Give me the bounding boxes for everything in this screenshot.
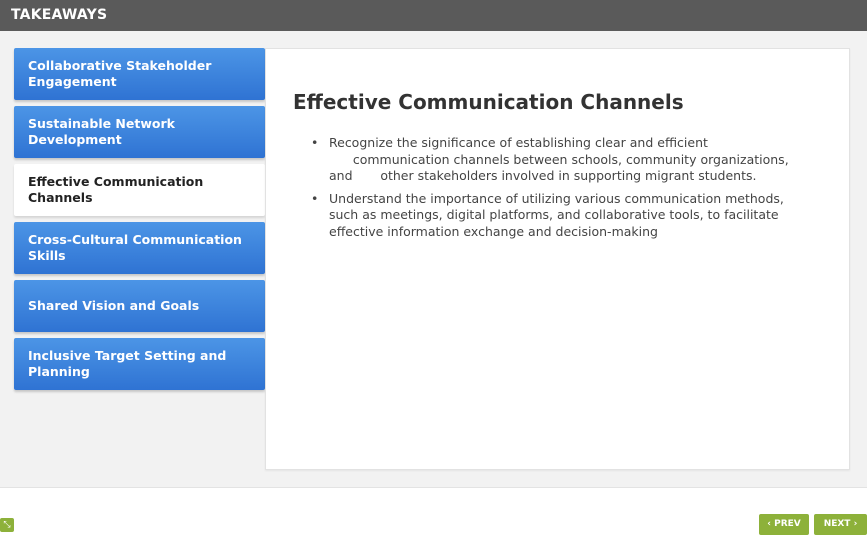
tab-label: Inclusive Target Setting and Planning: [28, 348, 227, 379]
tab-label: Collaborative Stakeholder Engagement: [28, 58, 212, 89]
next-button[interactable]: NEXT ›: [814, 514, 867, 535]
bullet-icon: •: [311, 135, 319, 150]
tab-sustainable-network-development[interactable]: Sustainable Network Development: [14, 106, 265, 158]
tab-label: Sustainable Network Development: [28, 116, 175, 147]
bullet-text: Recognize the significance of establishi…: [329, 135, 789, 183]
list-item: • Understand the importance of utilizing…: [310, 191, 810, 241]
panel-title: Effective Communication Channels: [293, 90, 684, 114]
bullet-list: • Recognize the significance of establis…: [310, 135, 810, 246]
tab-label: Cross-Cultural Communication Skills: [28, 232, 242, 263]
content-stage: Collaborative Stakeholder Engagement Sus…: [0, 31, 867, 488]
tab-shared-vision-and-goals[interactable]: Shared Vision and Goals: [14, 280, 265, 332]
bullet-text: Understand the importance of utilizing v…: [329, 190, 784, 239]
chevron-left-icon: ‹: [767, 519, 771, 529]
tab-label: Effective Communication Channels: [28, 174, 204, 205]
prev-button[interactable]: ‹ PREV: [759, 514, 809, 535]
tab-inclusive-target-setting-and-planning[interactable]: Inclusive Target Setting and Planning: [14, 338, 265, 390]
expand-icon[interactable]: ⤡: [0, 518, 14, 532]
chevron-right-icon: ›: [853, 519, 858, 529]
bullet-icon: •: [311, 190, 319, 206]
tab-collaborative-stakeholder-engagement[interactable]: Collaborative Stakeholder Engagement: [14, 48, 265, 100]
top-header: TAKEAWAYS: [0, 0, 867, 31]
tab-effective-communication-channels[interactable]: Effective Communication Channels: [14, 164, 265, 216]
content-panel: Effective Communication Channels • Recog…: [265, 48, 850, 470]
prev-label: PREV: [774, 519, 801, 529]
list-item: • Recognize the significance of establis…: [310, 135, 810, 185]
page-title: TAKEAWAYS: [11, 7, 108, 23]
tab-label: Shared Vision and Goals: [28, 298, 200, 313]
next-label: NEXT: [823, 519, 851, 529]
tab-cross-cultural-communication-skills[interactable]: Cross-Cultural Communication Skills: [14, 222, 265, 274]
tab-list: Collaborative Stakeholder Engagement Sus…: [14, 48, 265, 396]
